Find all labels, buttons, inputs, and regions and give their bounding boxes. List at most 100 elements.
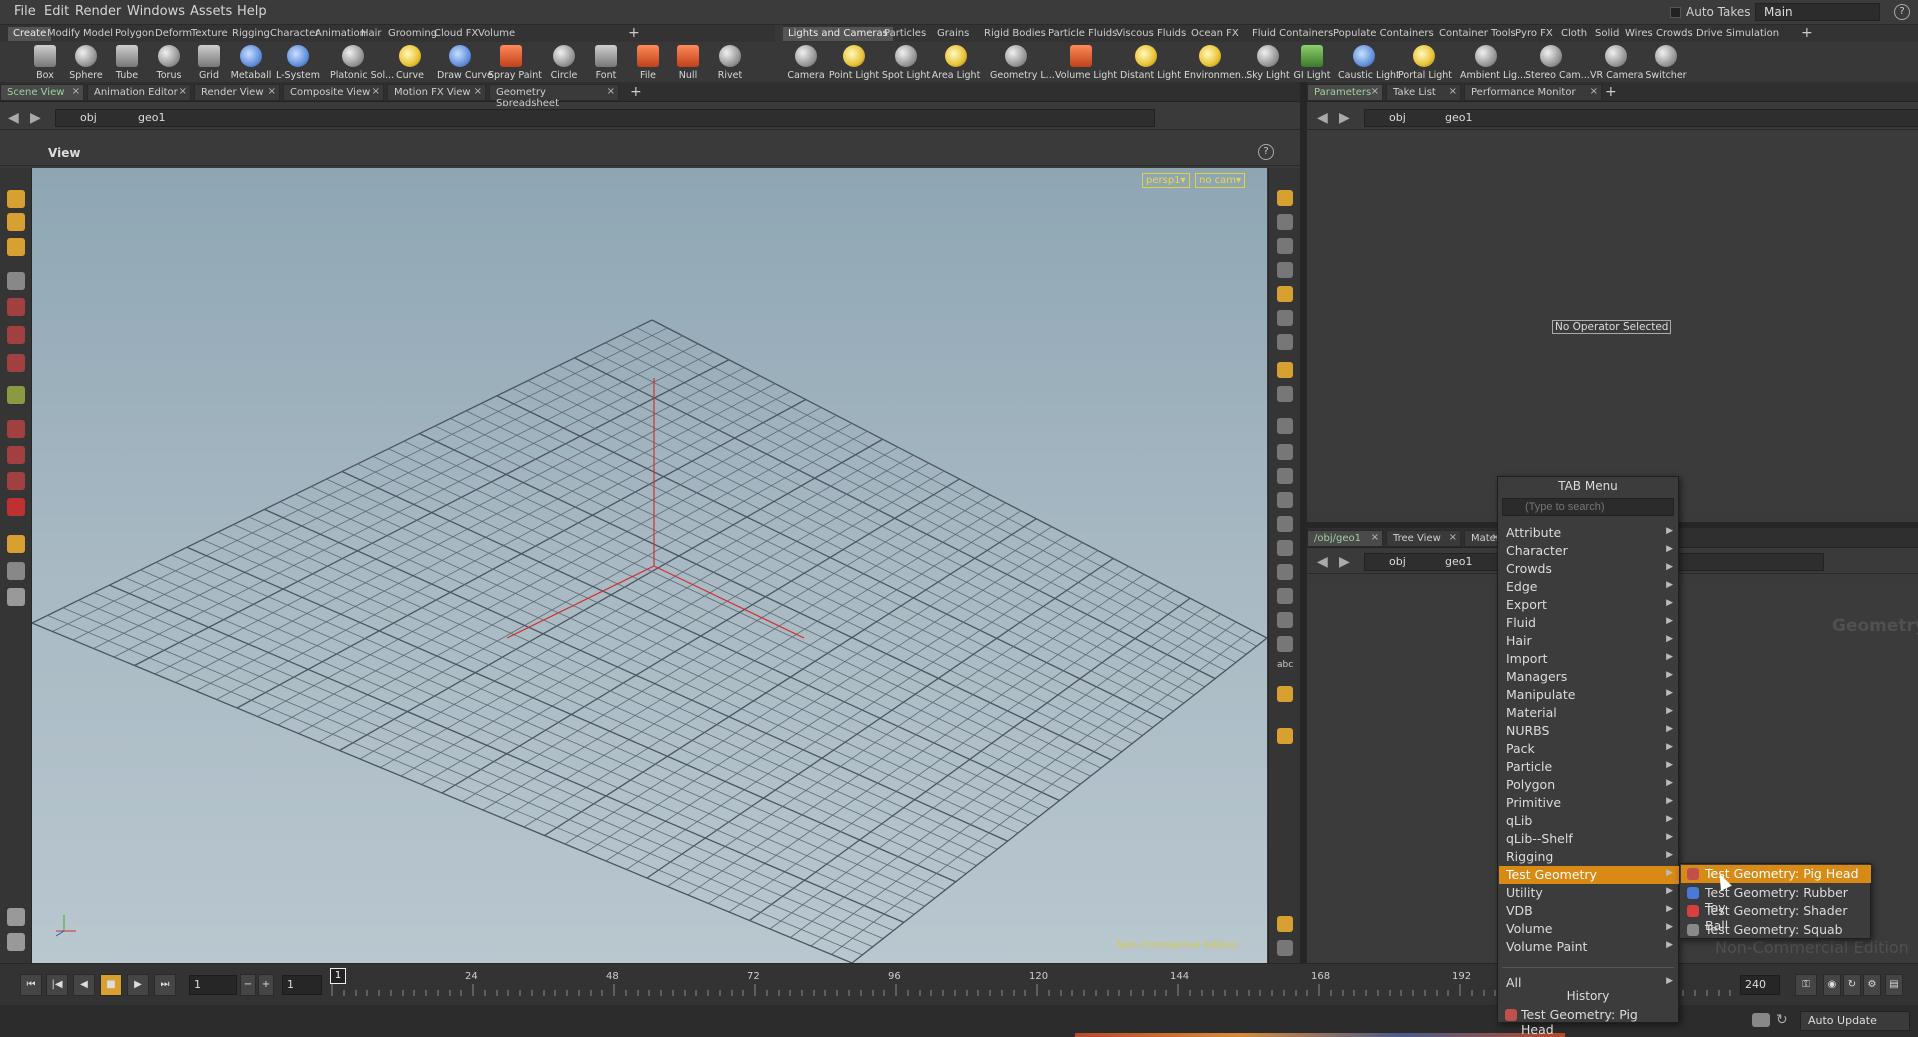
tab-menu-item-utility[interactable]: Utility ▶ — [1499, 884, 1679, 902]
audio-icon[interactable]: ◉ — [1823, 974, 1841, 996]
tab-menu-item-export[interactable]: Export ▶ — [1499, 596, 1679, 614]
shelf-tool-circle[interactable]: Circle — [541, 45, 587, 85]
start-frame-field[interactable]: 1 — [189, 975, 237, 995]
viewer-state-icon[interactable] — [7, 190, 25, 208]
shelf-tool-rivet[interactable]: Rivet — [707, 45, 753, 85]
hand-icon[interactable] — [1277, 516, 1293, 532]
current-frame-marker[interactable]: 1 — [330, 968, 346, 984]
shelf-tool-caustic-light[interactable]: Caustic Light — [1338, 45, 1400, 85]
shelf-tool-vr-camera[interactable]: VR Camera — [1590, 45, 1643, 85]
shelf-tool-draw-curve[interactable]: Draw Curve — [437, 45, 493, 85]
pane-tab-motion-fx-view[interactable]: Motion FX View × — [387, 84, 486, 101]
shelf-tool-platonic[interactable]: Platonic Sol... — [330, 45, 394, 85]
add-pane-tab-icon[interactable]: + — [630, 84, 642, 100]
pane-tab-animation-editor[interactable]: Animation Editor × — [87, 84, 191, 101]
back-arrow-icon[interactable]: ◀ — [1317, 554, 1328, 570]
pane-tab-geometry-spreadsheet[interactable]: Geometry Spreadsheet × — [489, 84, 619, 109]
tab-menu-item-qlib-shelf[interactable]: qLib--Shelf ▶ — [1499, 830, 1679, 848]
path-segment-obj[interactable]: obj — [80, 111, 97, 124]
tab-menu-item-edge[interactable]: Edge ▶ — [1499, 578, 1679, 596]
tab-menu-item-managers[interactable]: Managers ▶ — [1499, 668, 1679, 686]
pane-tab-performance-monitor[interactable]: Performance Monitor × — [1464, 84, 1602, 101]
shelf-tab-volume[interactable]: Volume — [473, 27, 520, 41]
tab-menu-item-attribute[interactable]: Attribute ▶ — [1499, 524, 1679, 542]
tab-menu-item-particle[interactable]: Particle ▶ — [1499, 758, 1679, 776]
tab-menu-item-rigging[interactable]: Rigging ▶ — [1499, 848, 1679, 866]
shelf-tab-cloth[interactable]: Cloth — [1556, 27, 1592, 41]
pose-icon[interactable] — [7, 238, 25, 256]
wire-icon[interactable] — [1277, 386, 1293, 402]
options-icon[interactable]: ⚙ — [1863, 974, 1881, 996]
menu-render[interactable]: Render — [75, 4, 121, 19]
tab-menu-item-hair[interactable]: Hair ▶ — [1499, 632, 1679, 650]
pane-tab-scene-view[interactable]: Scene View × — [0, 84, 84, 101]
handle-icon[interactable] — [7, 213, 25, 231]
path-segment-geo1[interactable]: geo1 — [138, 111, 165, 124]
menu-help[interactable]: Help — [237, 4, 267, 19]
menu-assets[interactable]: Assets — [190, 4, 232, 19]
jump-end-icon[interactable]: ⏭ — [154, 974, 176, 996]
decrement-icon[interactable]: − — [240, 974, 256, 996]
shelf-tool-curve[interactable]: Curve — [387, 45, 433, 85]
stop-icon[interactable]: ■ — [100, 974, 122, 996]
camera-mode-icon[interactable] — [1277, 334, 1293, 350]
normals-icon[interactable] — [1277, 444, 1293, 460]
layout-icon[interactable] — [1277, 916, 1293, 932]
paint-icon[interactable] — [1277, 540, 1293, 556]
light-link-icon[interactable] — [1277, 728, 1293, 744]
menu-edit[interactable]: Edit — [44, 4, 69, 19]
close-tab-icon[interactable]: × — [1371, 86, 1379, 97]
back-arrow-icon[interactable]: ◀ — [8, 110, 19, 126]
menu-windows[interactable]: Windows — [127, 4, 185, 19]
pane-tab-render-view[interactable]: Render View × — [194, 84, 280, 101]
auto-takes-toggle[interactable]: Auto Takes — [1670, 5, 1751, 19]
flipbook-icon[interactable] — [1277, 940, 1293, 956]
add-pane-tab-icon[interactable]: + — [1605, 84, 1617, 100]
shelf-tab-ocean-fx[interactable]: Ocean FX — [1186, 27, 1244, 41]
shelf-tool-switcher[interactable]: Switcher — [1640, 45, 1692, 85]
pose-tool-icon[interactable] — [7, 386, 25, 404]
cloud-icon[interactable] — [7, 933, 25, 951]
tab-menu-item-manipulate[interactable]: Manipulate ▶ — [1499, 686, 1679, 704]
light-bulb-icon[interactable] — [1277, 310, 1293, 326]
help-button[interactable]: ? — [1894, 4, 1910, 20]
pane-splitter[interactable] — [1300, 82, 1307, 963]
pane-tab-take-list[interactable]: Take List × — [1386, 84, 1461, 101]
close-tab-icon[interactable]: × — [72, 86, 80, 97]
shelf-tab-particles[interactable]: Particles — [879, 27, 931, 41]
tab-menu-item-crowds[interactable]: Crowds ▶ — [1499, 560, 1679, 578]
shelf-tool-lsystem[interactable]: L-System — [275, 45, 321, 85]
point-display-icon[interactable] — [1277, 418, 1293, 434]
current-frame-field[interactable]: 1 — [282, 975, 322, 995]
rotate-icon[interactable] — [7, 326, 25, 344]
add-shelf-tab-icon[interactable]: + — [1801, 25, 1813, 41]
shelf-tool-camera[interactable]: Camera — [780, 45, 832, 85]
tab-menu-item-fluid[interactable]: Fluid ▶ — [1499, 614, 1679, 632]
tab-menu-item-nurbs[interactable]: NURBS ▶ — [1499, 722, 1679, 740]
play-icon[interactable]: ▶ — [127, 974, 149, 996]
shelf-tool-spot-light[interactable]: Spot Light — [880, 45, 932, 85]
close-tab-icon[interactable]: × — [607, 86, 615, 97]
submenu-item-squab[interactable]: Test Geometry: Squab — [1681, 921, 1871, 939]
shelf-tab-drive-simulation[interactable]: Drive Simulation — [1691, 27, 1784, 41]
brush-icon[interactable] — [7, 472, 25, 490]
chat-icon[interactable] — [1752, 1013, 1770, 1027]
pane-tab-obj-geo1[interactable]: /obj/geo1 × — [1307, 530, 1383, 547]
path-segment-obj[interactable]: obj — [1389, 111, 1406, 124]
shelf-tab-rigid-bodies[interactable]: Rigid Bodies — [979, 27, 1051, 41]
tab-menu-item-volume-paint[interactable]: Volume Paint ▶ — [1499, 938, 1679, 956]
tab-menu-item-character[interactable]: Character ▶ — [1499, 542, 1679, 560]
tab-menu-item-qlib[interactable]: qLib ▶ — [1499, 812, 1679, 830]
path-segment-obj[interactable]: obj — [1389, 555, 1406, 568]
shelf-tool-point-light[interactable]: Point Light — [828, 45, 880, 85]
shelf-tool-gi-light[interactable]: GI Light — [1286, 45, 1338, 85]
shelf-tab-populate-containers[interactable]: Populate Containers — [1328, 27, 1439, 41]
forward-arrow-icon[interactable]: ▶ — [30, 110, 41, 126]
step-back-icon[interactable]: |◀ — [46, 974, 68, 996]
path-segment-geo1[interactable]: geo1 — [1445, 555, 1472, 568]
close-tab-icon[interactable]: × — [474, 86, 482, 97]
back-arrow-icon[interactable]: ◀ — [1317, 110, 1328, 126]
scene-viewport[interactable]: persp1▾ no cam▾ Non-Commercial Edition — [32, 168, 1267, 963]
lighting-icon[interactable] — [1277, 286, 1293, 302]
tab-menu-search-input[interactable] — [1502, 498, 1674, 516]
